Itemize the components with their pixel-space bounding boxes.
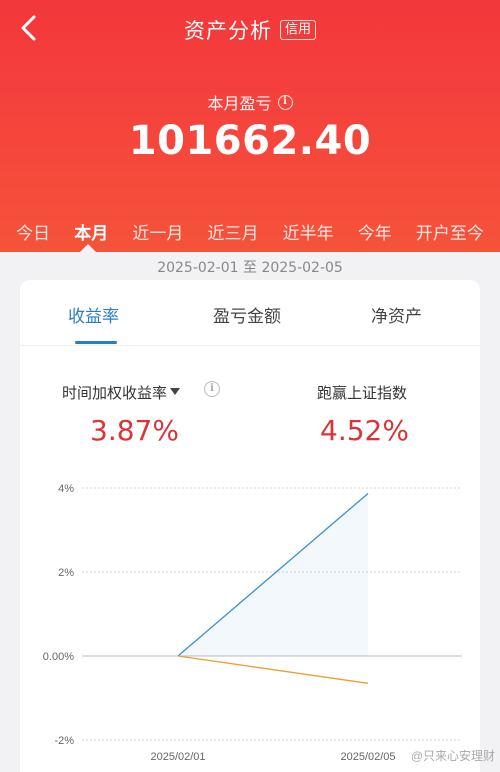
- y-tick-label: 0.00%: [43, 651, 74, 663]
- tab-net-assets[interactable]: 净资产: [371, 302, 422, 327]
- pnl-value: 101662.40: [128, 118, 372, 164]
- header-banner: 资产分析 信用 本月盈亏 i 101662.40 今日 本月 近一月 近三月 近…: [0, 0, 500, 252]
- pnl-label-row: 本月盈亏 i: [0, 90, 500, 114]
- period-tab-last-month[interactable]: 近一月: [132, 219, 183, 244]
- dropdown-caret-icon: [170, 388, 181, 395]
- metric-beat-index-label: 跑赢上证指数: [317, 384, 408, 402]
- tab-pnl-amount[interactable]: 盈亏金额: [213, 302, 281, 327]
- y-tick-label: 2%: [58, 567, 74, 579]
- period-tabs: 今日 本月 近一月 近三月 近半年 今年 开户至今: [0, 216, 500, 246]
- period-tab-today[interactable]: 今日: [16, 219, 50, 244]
- metric-twr-selector[interactable]: 时间加权收益率: [62, 382, 181, 403]
- date-range: 2025-02-01 至 2025-02-05: [157, 260, 343, 276]
- metric-twr-label: 时间加权收益率: [62, 384, 168, 402]
- metric-beat-index-value: 4.52%: [320, 414, 409, 447]
- period-tab-last-half-year[interactable]: 近半年: [283, 219, 334, 244]
- info-icon[interactable]: i: [204, 381, 220, 397]
- title-row: 资产分析 信用: [0, 14, 500, 46]
- x-tick-label: 2025/02/05: [340, 751, 395, 763]
- card-tabs: 收益率 盈亏金额 净资产: [20, 280, 480, 346]
- y-tick-label: 4%: [58, 483, 74, 495]
- watermark: @只来心安理财: [411, 748, 495, 763]
- pnl-label: 本月盈亏: [207, 94, 272, 113]
- page-title: 资产分析: [183, 19, 272, 43]
- series-line-index: [177, 655, 369, 684]
- period-tab-since-opening[interactable]: 开户至今: [416, 219, 484, 244]
- y-tick-label: -2%: [54, 735, 74, 747]
- period-tab-last-3-months[interactable]: 近三月: [207, 219, 258, 244]
- x-tick-label: 2025/02/01: [150, 751, 205, 763]
- info-icon[interactable]: i: [277, 94, 293, 110]
- tab-return-rate[interactable]: 收益率: [68, 302, 119, 327]
- period-tab-this-month[interactable]: 本月: [74, 219, 108, 244]
- active-tab-caret: [80, 244, 96, 252]
- credit-badge: 信用: [279, 20, 316, 40]
- return-chart: 4% 2% 0.00% -2% 2025/02/01 2025/02/05 @只来心安理财: [43, 483, 495, 763]
- metric-twr-value: 3.87%: [90, 414, 179, 447]
- active-tab-indicator: [75, 341, 117, 344]
- period-tab-this-year[interactable]: 今年: [358, 219, 392, 244]
